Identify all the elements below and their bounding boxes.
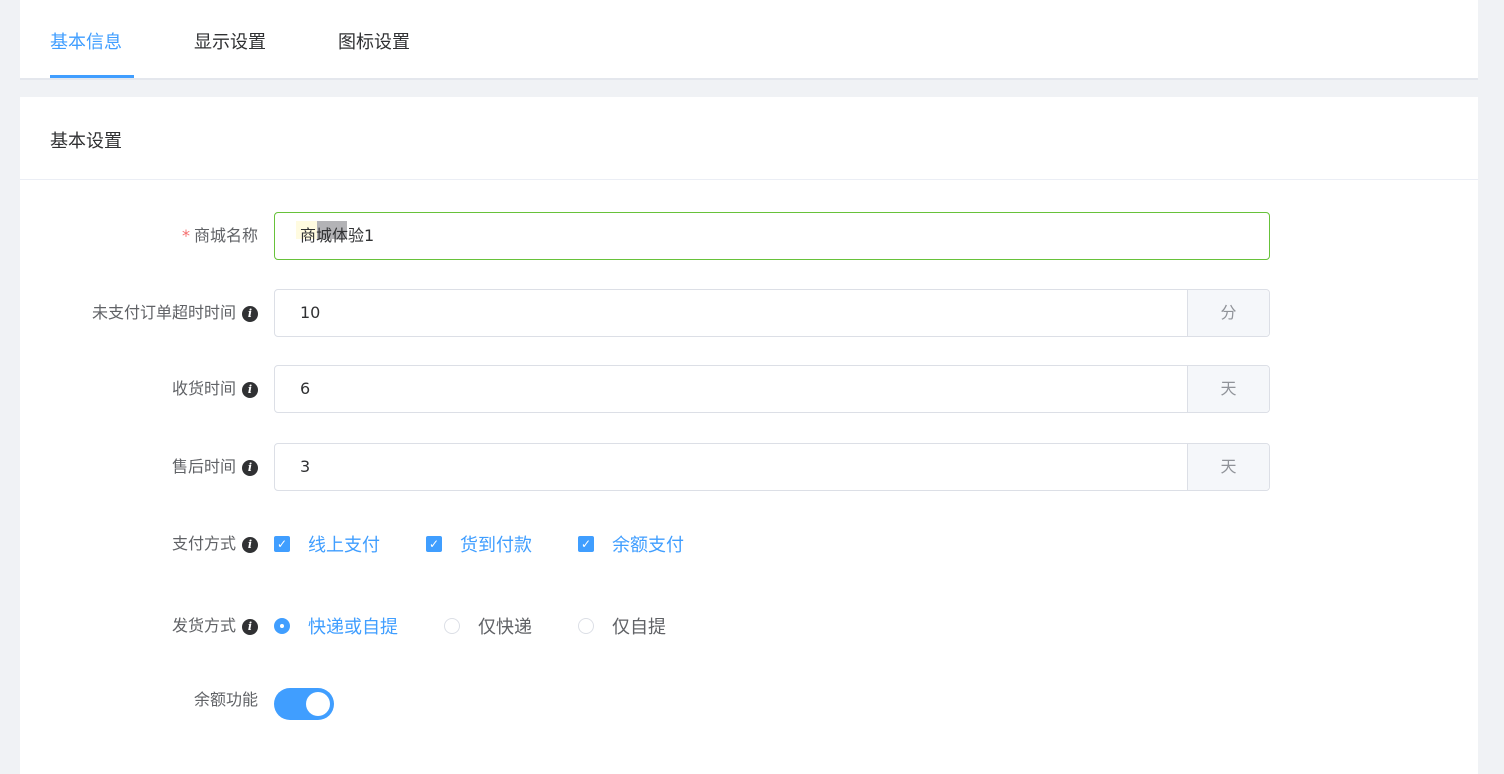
info-icon[interactable]: i <box>242 305 258 322</box>
info-icon[interactable]: i <box>242 536 258 553</box>
receive-time-label: 收货时间 i <box>172 365 258 413</box>
radio-dot <box>444 618 460 634</box>
radio-express-only[interactable]: 仅快递 <box>444 613 532 639</box>
shop-name-value: 商城体验1 <box>300 226 375 245</box>
checkbox-balance-pay[interactable]: ✓ 余额支付 <box>578 531 684 557</box>
radio-label: 仅快递 <box>478 617 532 638</box>
payment-label: 支付方式 i <box>172 520 258 568</box>
unit-day: 天 <box>1187 444 1269 490</box>
shop-name-row: * 商城名称 商城体验1 <box>20 212 1478 260</box>
tab-icon-settings[interactable]: 图标设置 <box>338 28 410 78</box>
receive-time-input[interactable]: 6 天 <box>274 365 1270 413</box>
radio-express-or-pickup[interactable]: 快递或自提 <box>274 613 398 639</box>
tab-basic-info[interactable]: 基本信息 <box>50 28 122 78</box>
section-title: 基本设置 <box>20 97 1478 180</box>
radio-label: 快递或自提 <box>308 617 398 638</box>
unpaid-timeout-value: 10 <box>300 303 321 322</box>
required-mark: * <box>181 226 190 245</box>
check-icon: ✓ <box>274 536 290 552</box>
checkbox-label: 余额支付 <box>612 535 684 556</box>
receive-time-value: 6 <box>300 379 311 398</box>
payment-options: ✓ 线上支付 ✓ 货到付款 ✓ 余额支付 <box>274 520 730 568</box>
unit-minute: 分 <box>1187 290 1269 336</box>
unit-day: 天 <box>1187 366 1269 412</box>
radio-label: 仅自提 <box>612 617 666 638</box>
radio-dot <box>274 618 290 634</box>
after-sale-time-input[interactable]: 3 天 <box>274 443 1270 491</box>
balance-label: 余额功能 <box>193 690 258 709</box>
tabs-bar: 基本信息 显示设置 图标设置 <box>20 0 1478 80</box>
info-icon[interactable]: i <box>242 381 258 398</box>
delivery-label: 发货方式 i <box>172 602 258 650</box>
balance-row: 余额功能 <box>20 676 1478 724</box>
radio-dot <box>578 618 594 634</box>
after-sale-time-row: 售后时间 i 3 天 <box>20 443 1478 491</box>
switch-knob <box>306 692 330 716</box>
after-sale-time-label: 售后时间 i <box>172 443 258 491</box>
unpaid-timeout-label: 未支付订单超时时间 i <box>92 289 258 337</box>
settings-panel: 基本设置 * 商城名称 商城体验1 未支付订单超时时间 i 10 分 收货时间 i 6… <box>20 97 1478 774</box>
unpaid-timeout-input[interactable]: 10 分 <box>274 289 1270 337</box>
delivery-options: 快递或自提 仅快递 仅自提 <box>274 602 712 650</box>
after-sale-time-value: 3 <box>300 457 311 476</box>
radio-pickup-only[interactable]: 仅自提 <box>578 613 666 639</box>
checkbox-cash-on-delivery[interactable]: ✓ 货到付款 <box>426 531 532 557</box>
checkbox-online-pay[interactable]: ✓ 线上支付 <box>274 531 380 557</box>
check-icon: ✓ <box>578 536 594 552</box>
info-icon[interactable]: i <box>242 459 258 476</box>
check-icon: ✓ <box>426 536 442 552</box>
balance-switch[interactable] <box>274 688 334 720</box>
info-icon[interactable]: i <box>242 618 258 635</box>
tab-display-settings[interactable]: 显示设置 <box>194 28 266 78</box>
delivery-row: 发货方式 i 快递或自提 仅快递 仅自提 <box>20 602 1478 650</box>
receive-time-row: 收货时间 i 6 天 <box>20 365 1478 413</box>
shop-name-label: * 商城名称 <box>181 226 258 245</box>
checkbox-label: 线上支付 <box>308 535 380 556</box>
unpaid-timeout-row: 未支付订单超时时间 i 10 分 <box>20 289 1478 337</box>
shop-name-input[interactable]: 商城体验1 <box>274 212 1270 260</box>
payment-row: 支付方式 i ✓ 线上支付 ✓ 货到付款 ✓ 余额支付 <box>20 520 1478 568</box>
active-tab-indicator <box>50 75 134 78</box>
checkbox-label: 货到付款 <box>460 535 532 556</box>
